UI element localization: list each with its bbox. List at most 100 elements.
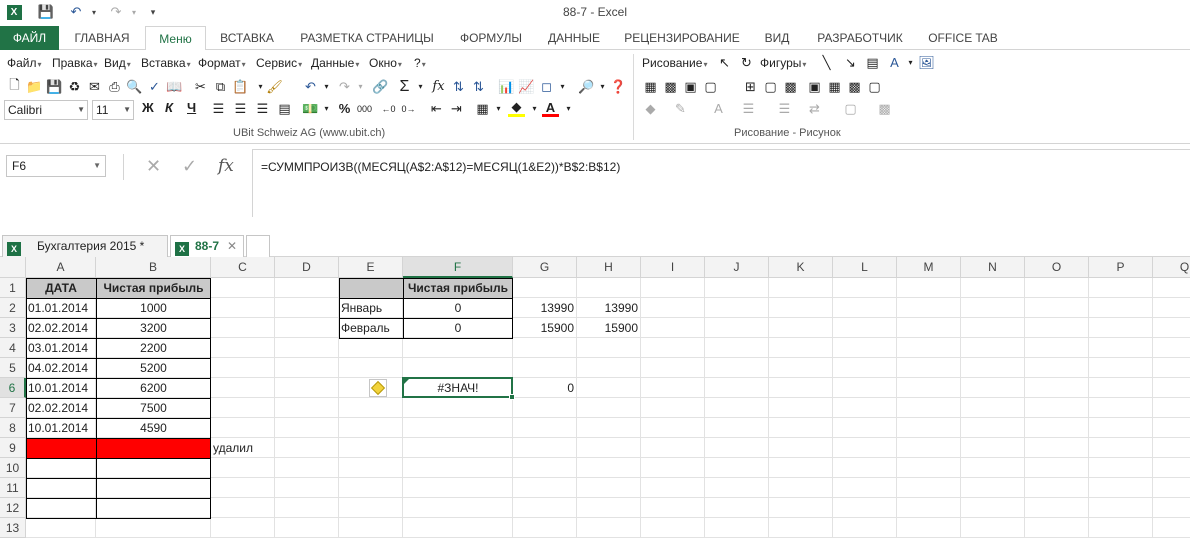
row-header-7[interactable]: 7 xyxy=(0,398,26,418)
line-weight-icon[interactable]: ☰ xyxy=(740,100,757,117)
insert-function-button[interactable]: fx xyxy=(218,156,234,176)
column-header-i[interactable]: I xyxy=(641,257,705,278)
row-header-12[interactable]: 12 xyxy=(0,498,26,518)
spelling-icon[interactable]: ✓ xyxy=(146,78,163,95)
close-tab-icon[interactable]: ✕ xyxy=(227,236,237,256)
shapes-menu[interactable]: Фигуры▾ xyxy=(760,56,806,70)
cell-profit[interactable]: 5200 xyxy=(96,358,211,378)
tab-menu[interactable]: Меню xyxy=(145,26,206,51)
workbook-tab-accounting[interactable]: X Бухгалтерия 2015 * xyxy=(2,235,168,257)
borders-icon[interactable]: ▦ xyxy=(474,100,491,117)
print-icon[interactable]: ⎙ xyxy=(106,78,123,95)
tab-home[interactable]: ГЛАВНАЯ xyxy=(62,26,142,50)
cell-month[interactable]: Февраль xyxy=(339,318,403,338)
picture-styles-icon[interactable]: ▢ xyxy=(762,78,779,95)
shadow-icon[interactable]: ▢ xyxy=(842,100,859,117)
column-header-b[interactable]: B xyxy=(96,257,211,278)
print-preview-icon[interactable]: 🔍 xyxy=(126,78,143,95)
font-name-select[interactable]: Calibri ▼ xyxy=(4,100,88,120)
cell-summary-f[interactable]: 0 xyxy=(403,318,513,338)
cut-icon[interactable]: ✂ xyxy=(192,78,209,95)
picture-border-icon[interactable]: ▢ xyxy=(866,78,883,95)
hyperlink-icon[interactable]: 🔗 xyxy=(372,78,389,95)
row-header-13[interactable]: 13 xyxy=(0,518,26,538)
row-header-9[interactable]: 9 xyxy=(0,438,26,458)
menu-format[interactable]: Формат▾ xyxy=(198,56,246,70)
cell-summary-g[interactable]: 15900 xyxy=(513,318,577,338)
font-color-icon[interactable]: A xyxy=(542,100,559,117)
menu-window[interactable]: Окно▾ xyxy=(369,56,402,70)
autosum-dropdown-icon[interactable]: ▾ xyxy=(412,78,429,95)
cell-date[interactable]: 04.02.2014 xyxy=(26,358,96,378)
shape-outline-icon[interactable]: ✎ xyxy=(672,100,689,117)
currency-dropdown-icon[interactable]: ▾ xyxy=(318,100,335,117)
redo-toolbar-icon[interactable]: ↷ xyxy=(336,78,353,95)
decrease-decimal-icon[interactable]: 0→ xyxy=(400,100,417,117)
arrow-icon[interactable]: ↘ xyxy=(842,54,859,71)
fill-color-icon[interactable]: ◆ xyxy=(508,99,525,117)
enter-icon[interactable]: ✓ xyxy=(182,156,197,177)
row-header-3[interactable]: 3 xyxy=(0,318,26,338)
menu-view[interactable]: Вид▾ xyxy=(104,56,131,70)
font-color-dropdown-icon[interactable]: ▾ xyxy=(560,100,577,117)
dash-style-icon[interactable]: ☰ xyxy=(776,100,793,117)
fill-color-dropdown-icon[interactable]: ▾ xyxy=(526,100,543,117)
insert-picture-icon[interactable]: 🖼 xyxy=(918,54,935,71)
column-header-o[interactable]: O xyxy=(1025,257,1089,278)
tab-formulas[interactable]: ФОРМУЛЫ xyxy=(452,26,530,50)
cell-profit[interactable]: 2200 xyxy=(96,338,211,358)
permission-icon[interactable]: ♻ xyxy=(66,78,83,95)
column-header-j[interactable]: J xyxy=(705,257,769,278)
open-folder-icon[interactable]: 📁 xyxy=(26,78,43,95)
shape-fill-icon[interactable]: ◆ xyxy=(642,100,659,117)
cell-g6[interactable]: 0 xyxy=(513,378,577,398)
row-header-2[interactable]: 2 xyxy=(0,298,26,318)
textbox-icon[interactable]: ▤ xyxy=(864,54,881,71)
shape-font-color-icon[interactable]: A xyxy=(710,100,727,117)
tab-review[interactable]: РЕЦЕНЗИРОВАНИЕ xyxy=(618,26,746,50)
row-header-5[interactable]: 5 xyxy=(0,358,26,378)
workbook-tab-88-7[interactable]: X 88-7 ✕ xyxy=(170,235,244,257)
zoom-dropdown-icon[interactable]: ▾ xyxy=(594,78,611,95)
bring-forward-icon[interactable]: ▣ xyxy=(682,78,699,95)
column-header-q[interactable]: Q xyxy=(1153,257,1190,278)
row-header-4[interactable]: 4 xyxy=(0,338,26,358)
research-icon[interactable]: 📖 xyxy=(166,78,183,95)
formula-input[interactable]: =СУММПРОИЗВ((МЕСЯЦ(A$2:A$12)=МЕСЯЦ(1&E2)… xyxy=(252,149,1190,217)
reset-picture-icon[interactable]: ▦ xyxy=(826,78,843,95)
column-header-n[interactable]: N xyxy=(961,257,1025,278)
align-left-icon[interactable]: ☰ xyxy=(210,100,227,117)
name-box[interactable]: F6 ▼ xyxy=(6,155,106,177)
error-warning-icon[interactable] xyxy=(369,379,387,397)
cell-month[interactable]: Январь xyxy=(339,298,403,318)
send-backward-icon[interactable]: ▢ xyxy=(702,78,719,95)
cell-summary-h[interactable]: 15900 xyxy=(577,318,641,338)
column-header-h[interactable]: H xyxy=(577,257,641,278)
picture-effects-icon[interactable]: ▩ xyxy=(846,78,863,95)
currency-format-icon[interactable]: 💵 xyxy=(302,100,319,117)
group-objects-icon[interactable]: ▩ xyxy=(662,78,679,95)
cell-note[interactable]: удалил xyxy=(211,438,275,458)
undo-toolbar-icon[interactable]: ↶ xyxy=(302,78,319,95)
menu-data[interactable]: Данные▾ xyxy=(311,56,359,70)
cell-summary-f[interactable]: 0 xyxy=(403,298,513,318)
menu-help[interactable]: ?▾ xyxy=(414,56,426,70)
tab-view[interactable]: ВИД xyxy=(756,26,798,50)
save-toolbar-icon[interactable]: 💾 xyxy=(46,78,63,95)
column-header-c[interactable]: C xyxy=(211,257,275,278)
tab-insert[interactable]: ВСТАВКА xyxy=(210,26,284,50)
drawing-toggle-icon[interactable]: 📈 xyxy=(518,78,535,95)
undo-toolbar-dropdown-icon[interactable]: ▾ xyxy=(318,78,335,95)
cell-summary-g[interactable]: 13990 xyxy=(513,298,577,318)
row-header-10[interactable]: 10 xyxy=(0,458,26,478)
fill-handle[interactable] xyxy=(509,394,515,400)
copy-icon[interactable]: ⧉ xyxy=(212,78,229,95)
rotate-icon[interactable]: ↻ xyxy=(738,54,755,71)
merge-center-icon[interactable]: ▤ xyxy=(276,100,293,117)
cell-date[interactable]: 03.01.2014 xyxy=(26,338,96,358)
worksheet-grid[interactable]: A B C D E F G H I J K L M N O P Q 1 2 3 4 5 6 7 8 9 10 11 12 13 ДАТА Чи… xyxy=(0,257,1190,546)
crop-icon[interactable]: ⊞ xyxy=(742,78,759,95)
menu-insert[interactable]: Вставка▾ xyxy=(141,56,191,70)
column-header-g[interactable]: G xyxy=(513,257,577,278)
fit-picture-icon[interactable]: ▣ xyxy=(806,78,823,95)
